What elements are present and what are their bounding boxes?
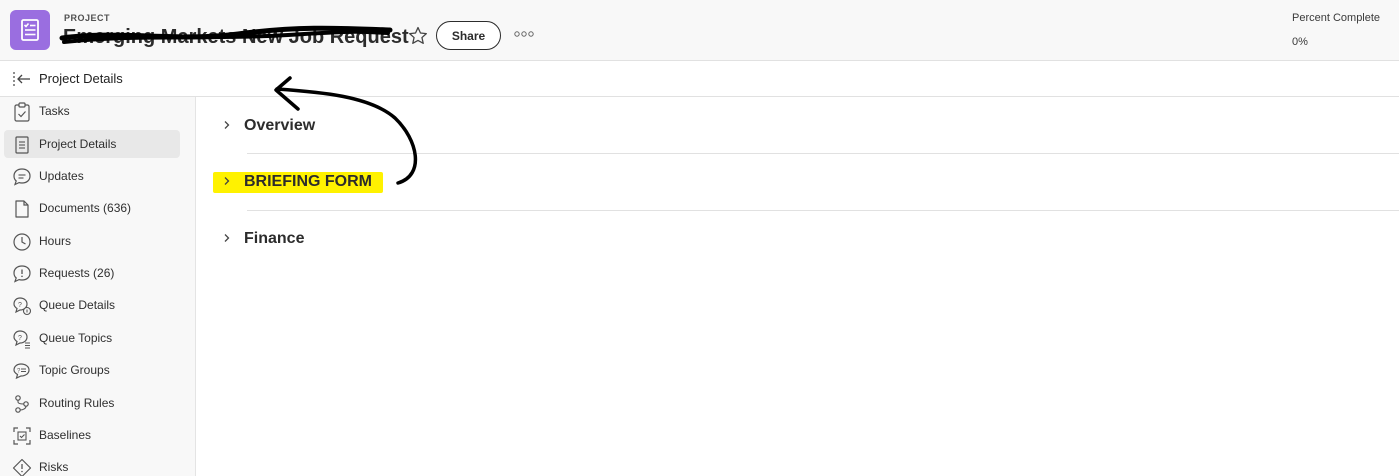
sidebar-item-label: Risks bbox=[39, 460, 69, 474]
document-icon bbox=[15, 136, 29, 154]
project-sidebar: Tasks Project Details Updates Documents … bbox=[0, 97, 196, 476]
sidebar-item-requests[interactable]: Requests (26) bbox=[4, 259, 180, 287]
sidebar-item-project-details[interactable]: Project Details bbox=[4, 130, 180, 158]
redaction-scribble bbox=[59, 25, 393, 44]
favorite-star-icon[interactable] bbox=[407, 25, 429, 47]
sidebar-item-baselines[interactable]: Baselines bbox=[4, 421, 180, 449]
sidebar-item-hours[interactable]: Hours bbox=[4, 227, 180, 255]
checklist-icon bbox=[10, 10, 50, 50]
svg-text:?: ? bbox=[17, 369, 21, 375]
sidebar-item-label: Documents (636) bbox=[39, 201, 132, 215]
sidebar-item-documents[interactable]: Documents (636) bbox=[4, 194, 180, 222]
chevron-right-icon bbox=[224, 121, 230, 129]
sidebar-item-label: Routing Rules bbox=[39, 396, 115, 410]
sidebar-item-queue-topics[interactable]: ? Queue Topics bbox=[4, 324, 180, 352]
sidebar-item-label: Updates bbox=[39, 169, 84, 183]
project-details-panel: Overview BRIEFING FORM Finance bbox=[197, 97, 1399, 476]
file-icon bbox=[15, 200, 29, 218]
chevron-right-icon bbox=[224, 234, 230, 242]
sidebar-item-updates[interactable]: Updates bbox=[4, 162, 180, 190]
request-alert-icon bbox=[13, 265, 31, 283]
sidebar-item-label: Tasks bbox=[39, 104, 70, 118]
section-overview[interactable]: Overview bbox=[213, 106, 1399, 146]
share-button[interactable]: Share bbox=[436, 21, 501, 50]
more-options-icon[interactable] bbox=[513, 27, 535, 41]
comment-icon bbox=[13, 168, 31, 186]
subheader-title: Project Details bbox=[39, 71, 123, 86]
sidebar-item-label: Baselines bbox=[39, 428, 92, 442]
clock-icon bbox=[13, 233, 31, 251]
sidebar-item-routing-rules[interactable]: Routing Rules bbox=[4, 389, 180, 417]
routing-icon bbox=[15, 395, 29, 413]
topic-groups-icon: ? bbox=[13, 363, 30, 380]
risk-diamond-icon bbox=[12, 458, 32, 476]
section-briefing-form[interactable]: BRIEFING FORM bbox=[213, 162, 1399, 202]
sidebar-item-label: Project Details bbox=[39, 137, 117, 151]
baseline-icon bbox=[13, 427, 31, 445]
sidebar-item-label: Hours bbox=[39, 234, 72, 248]
sidebar-item-topic-groups[interactable]: ? Topic Groups bbox=[4, 356, 180, 384]
section-divider bbox=[247, 153, 1399, 154]
sidebar-item-queue-details[interactable]: ? Queue Details bbox=[4, 291, 180, 319]
svg-text:?: ? bbox=[18, 302, 22, 309]
section-title: BRIEFING FORM bbox=[244, 173, 372, 190]
section-title: Finance bbox=[244, 230, 305, 247]
clipboard-check-icon bbox=[14, 102, 30, 122]
section-divider bbox=[247, 210, 1399, 211]
sidebar-item-label: Queue Topics bbox=[39, 331, 113, 345]
chevron-right-icon bbox=[224, 177, 230, 185]
sidebar-item-tasks[interactable]: Tasks bbox=[4, 97, 180, 125]
sidebar-item-label: Requests (26) bbox=[39, 266, 115, 280]
queue-topics-icon: ? bbox=[13, 330, 30, 349]
section-subheader: Project Details bbox=[0, 61, 1399, 97]
collapse-panel-icon[interactable] bbox=[12, 70, 32, 88]
sidebar-item-label: Topic Groups bbox=[39, 363, 110, 377]
project-header: PROJECT Emerging Markets New Job Request… bbox=[0, 0, 1399, 61]
section-title: Overview bbox=[244, 117, 316, 134]
queue-details-icon: ? bbox=[13, 297, 32, 316]
sidebar-item-label: Queue Details bbox=[39, 298, 116, 312]
sidebar-item-risks[interactable]: Risks bbox=[4, 453, 180, 476]
svg-text:?: ? bbox=[18, 335, 22, 342]
section-finance[interactable]: Finance bbox=[213, 219, 1399, 259]
percent-complete-label: Percent Complete bbox=[1292, 12, 1381, 24]
percent-complete-value: 0% bbox=[1292, 36, 1308, 48]
